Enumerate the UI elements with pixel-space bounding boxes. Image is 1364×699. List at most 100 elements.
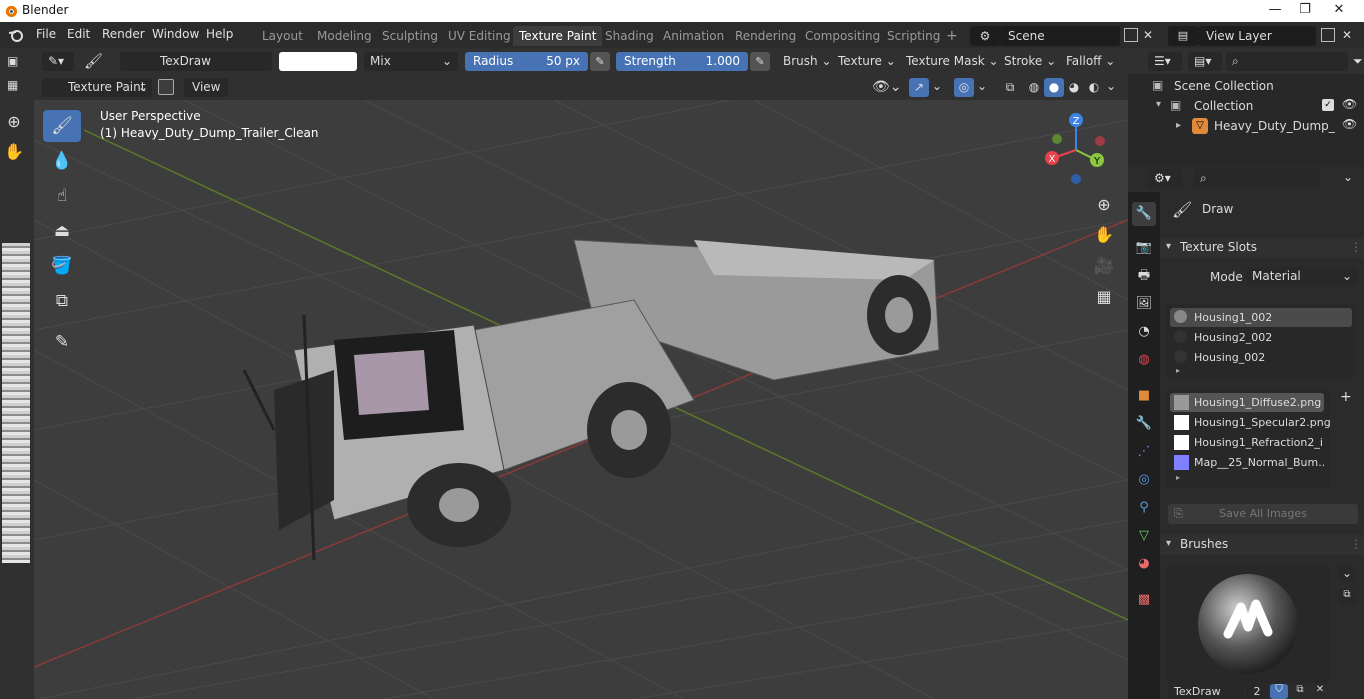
outliner-editor-type-icon[interactable]: ☰▾ (1148, 52, 1182, 71)
save-all-images-button[interactable]: ⎘ Save All Images (1168, 504, 1358, 524)
3d-viewport[interactable]: 🖌 💧 ☝ ⏏ 🪣 ⧉ ✎ User Perspective (1) Heavy… (34, 100, 1128, 699)
clone-tool-icon[interactable]: ⏏ (43, 215, 81, 247)
menu-window[interactable]: Window (152, 27, 199, 41)
list-item[interactable]: Housing1_Specular2.png (1170, 413, 1331, 432)
close-button[interactable]: ✕ (1324, 0, 1354, 20)
brush-preview[interactable] (1166, 564, 1330, 684)
tab-physics-icon[interactable]: ◎ (1132, 468, 1156, 492)
visibility-icon[interactable]: 👁⌄ (872, 79, 902, 95)
texture-mask-menu[interactable]: Texture Mask ⌄ (900, 52, 1005, 71)
menu-edit[interactable]: Edit (67, 27, 90, 41)
tab-sculpting[interactable]: Sculpting (376, 26, 444, 46)
stroke-menu[interactable]: Stroke ⌄ (998, 52, 1063, 71)
zoom-view-icon[interactable]: ⊕ (1090, 191, 1118, 219)
annotate-tool-icon[interactable]: ✎ (43, 326, 81, 358)
mode-dropdown[interactable]: Texture Paint ⌄ (42, 78, 152, 97)
list-expand-icon[interactable]: ▸ (1176, 366, 1180, 375)
properties-options-icon[interactable]: ⌄ (1343, 170, 1353, 184)
collection-label[interactable]: Collection (1194, 99, 1253, 113)
object-visibility-icon[interactable]: 👁 (1342, 117, 1357, 131)
view-menu[interactable]: View (184, 78, 229, 97)
tab-tool-icon[interactable]: 🔧 (1132, 202, 1156, 226)
menu-render[interactable]: Render (102, 27, 145, 41)
zoom-icon[interactable]: ⊕ (0, 108, 28, 136)
collection-visibility-icon[interactable]: 👁 (1342, 97, 1357, 111)
properties-search-input[interactable]: ⌕ (1194, 169, 1320, 188)
mask-tool-icon[interactable]: ⧉ (43, 285, 81, 317)
falloff-menu[interactable]: Falloff ⌄ (1060, 52, 1122, 71)
tool-settings-icon[interactable]: ✎▾ (42, 52, 74, 71)
drag-handle-icon[interactable]: ⋮ (1350, 240, 1362, 254)
expand-icon[interactable]: ▸ (1176, 120, 1181, 131)
object-label[interactable]: Heavy_Duty_Dump_ (1214, 119, 1335, 133)
fake-user-shield-icon[interactable]: ⛉ (1270, 684, 1288, 699)
minimize-button[interactable]: — (1260, 0, 1290, 20)
menu-file[interactable]: File (36, 27, 56, 41)
brush-icon[interactable]: 🖌 (84, 52, 106, 71)
blender-menu-icon[interactable] (8, 28, 24, 42)
brush-name-bottom-field[interactable]: TexDraw (1168, 684, 1244, 699)
remove-scene-icon[interactable]: ✕ (1143, 28, 1153, 42)
blend-mode-dropdown[interactable]: Mix ⌄ (364, 52, 458, 71)
add-image-icon[interactable]: + (1340, 389, 1352, 405)
tab-compositing[interactable]: Compositing (799, 26, 886, 46)
outliner-search-input[interactable]: ⌕ (1226, 52, 1348, 71)
tab-modeling[interactable]: Modeling (311, 26, 378, 46)
tab-scripting[interactable]: Scripting (881, 26, 946, 46)
tab-object-icon[interactable]: ■ (1132, 384, 1156, 408)
wireframe-shading-icon[interactable]: ◍ (1024, 78, 1044, 97)
filter-icon[interactable]: ⏷ (1353, 54, 1363, 69)
tab-uv-editing[interactable]: UV Editing (442, 26, 517, 46)
gizmo-menu-icon[interactable]: ⌄ (932, 79, 942, 93)
radius-pressure-icon[interactable]: ✎ (590, 52, 610, 71)
scene-name-field[interactable]: Scene (1000, 26, 1120, 46)
tab-layout[interactable]: Layout (256, 26, 309, 46)
editor-type-icon[interactable]: ▣ (7, 54, 27, 70)
properties-editor-type-icon[interactable]: ⚙▾ (1148, 169, 1182, 188)
brush-name-field[interactable]: TexDraw (120, 52, 272, 71)
list-expand-icon[interactable]: ▸ (1176, 473, 1180, 482)
navigation-gizmo[interactable]: Z Y X (1036, 112, 1116, 192)
outliner-display-mode-icon[interactable]: ▤▾ (1188, 52, 1222, 71)
scene-selector-icon[interactable]: ⚙ (970, 26, 1000, 46)
view-layer-field[interactable]: View Layer (1198, 26, 1316, 46)
list-item[interactable]: Housing_002 (1170, 348, 1352, 367)
material-preview-icon[interactable]: ◕ (1064, 78, 1084, 97)
list-item[interactable]: Housing2_002 (1170, 328, 1352, 347)
brush-users-count[interactable]: 2 (1246, 684, 1268, 699)
xray-icon[interactable]: ⧉ (1000, 78, 1020, 97)
tab-render-icon[interactable]: 📷 (1132, 236, 1156, 260)
mask-toggle-icon[interactable] (158, 79, 174, 95)
pan-view-icon[interactable]: ✋ (1090, 221, 1118, 249)
tab-rendering[interactable]: Rendering (729, 26, 802, 46)
list-item[interactable]: Housing1_002 (1170, 308, 1352, 327)
tab-world-icon[interactable]: ◍ (1132, 348, 1156, 372)
fill-tool-icon[interactable]: 🪣 (43, 250, 81, 282)
draw-tool-icon[interactable]: 🖌 (43, 110, 81, 142)
tab-data-icon[interactable]: ▽ (1132, 524, 1156, 548)
brushes-panel-header[interactable]: ▾ Brushes ⋮ (1160, 535, 1364, 555)
new-view-layer-icon[interactable] (1321, 28, 1335, 42)
tab-material-icon[interactable]: ◕ (1132, 552, 1156, 576)
shading-menu-icon[interactable]: ⌄ (1106, 79, 1116, 93)
strength-slider[interactable]: Strength 1.000 (616, 52, 748, 71)
tab-shading[interactable]: Shading (599, 26, 660, 46)
brush-menu-icon[interactable]: ⌄ (1338, 566, 1356, 582)
camera-view-icon[interactable]: 🎥 (1090, 252, 1118, 280)
overlay-toggle-icon[interactable]: ◎ (954, 78, 974, 97)
soften-tool-icon[interactable]: 💧 (43, 145, 81, 177)
scene-collection-label[interactable]: Scene Collection (1174, 79, 1274, 93)
texture-menu[interactable]: Texture ⌄ (832, 52, 902, 71)
tab-texture-icon[interactable]: ▩ (1132, 588, 1156, 612)
duplicate-brush-icon[interactable]: ⧉ (1292, 684, 1308, 699)
radius-slider[interactable]: Radius 50 px (465, 52, 588, 71)
brush-menu[interactable]: Brush ⌄ (777, 52, 838, 71)
list-item[interactable]: Housing1_Refraction2_i... (1170, 433, 1324, 452)
list-item[interactable]: Map__25_Normal_Bum... (1170, 453, 1324, 472)
tab-scene-icon[interactable]: ◔ (1132, 320, 1156, 344)
tab-constraints-icon[interactable]: ⚲ (1132, 496, 1156, 520)
collapse-icon[interactable]: ▾ (1156, 99, 1161, 110)
collection-checkbox[interactable]: ✓ (1322, 99, 1334, 111)
menu-help[interactable]: Help (206, 27, 233, 41)
tab-animation[interactable]: Animation (657, 26, 730, 46)
